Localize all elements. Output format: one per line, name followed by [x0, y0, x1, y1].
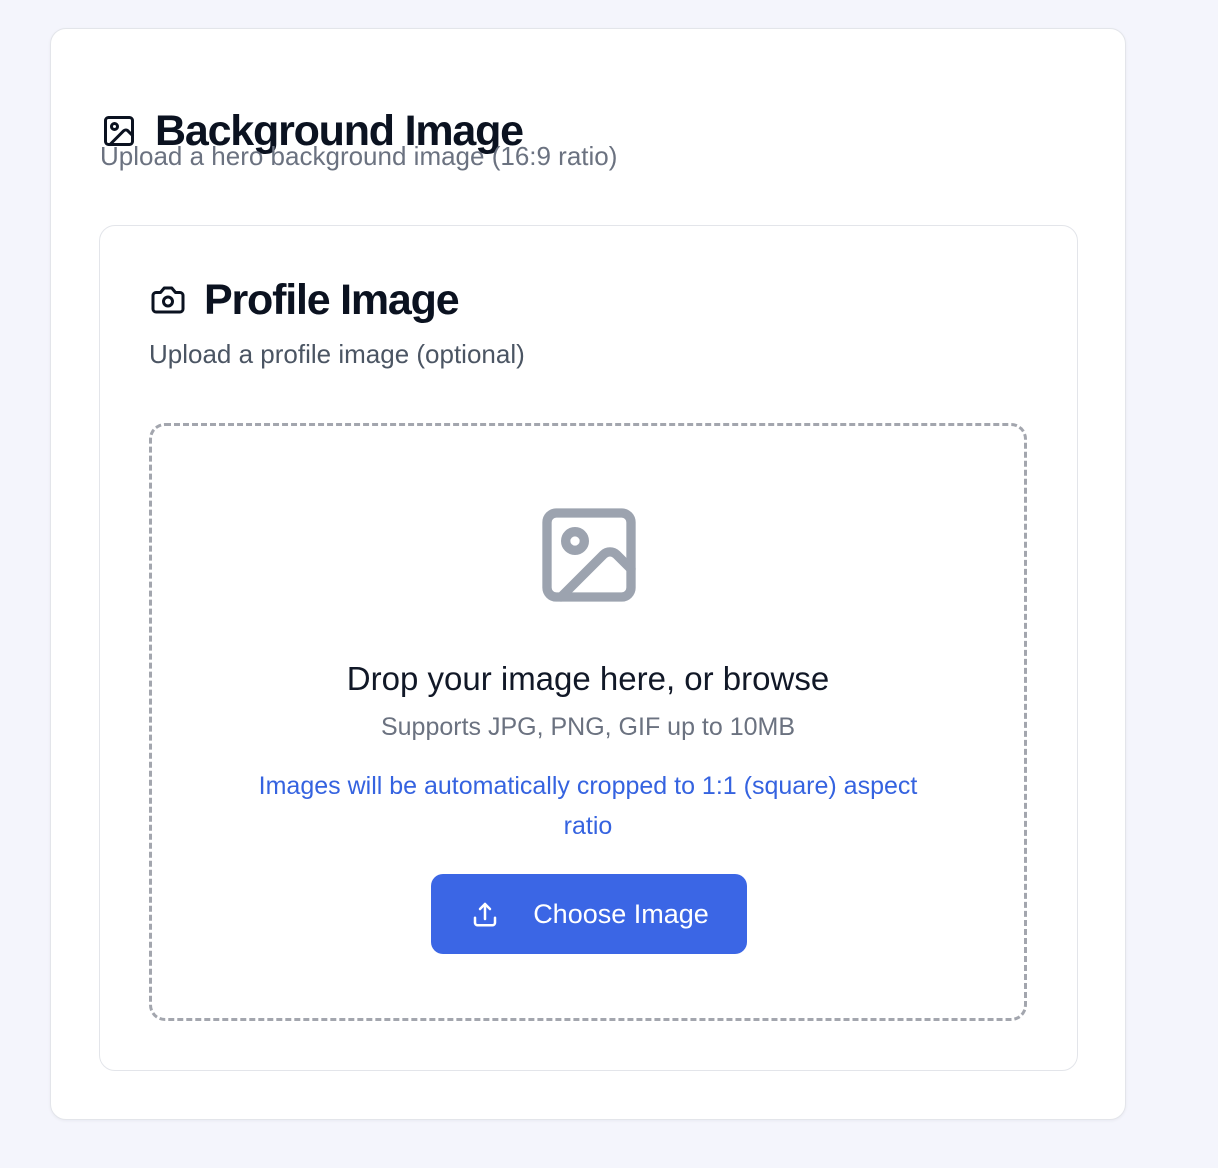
image-placeholder-icon: [533, 499, 645, 611]
profile-image-title: Profile Image: [204, 276, 460, 324]
choose-image-label: Choose Image: [533, 898, 709, 929]
profile-image-subtitle: Upload a profile image (optional): [149, 339, 525, 369]
upload-icon: [469, 898, 501, 930]
profile-image-header: Profile Image: [150, 274, 460, 326]
dropzone-support-text: Supports JPG, PNG, GIF up to 10MB: [380, 713, 796, 741]
camera-icon: [150, 282, 186, 318]
background-image-subtitle: Upload a hero background image (16:9 rat…: [100, 141, 618, 171]
profile-image-card: Profile Image Upload a profile image (op…: [99, 225, 1078, 1071]
background-image-card: Background Image Upload a hero backgroun…: [50, 28, 1126, 1120]
choose-image-button[interactable]: Choose Image: [431, 874, 747, 954]
image-dropzone[interactable]: Drop your image here, or browse Supports…: [149, 423, 1027, 1021]
dropzone-crop-note: Images will be automatically cropped to …: [258, 772, 918, 840]
dropzone-title: Drop your image here, or browse: [346, 660, 830, 697]
